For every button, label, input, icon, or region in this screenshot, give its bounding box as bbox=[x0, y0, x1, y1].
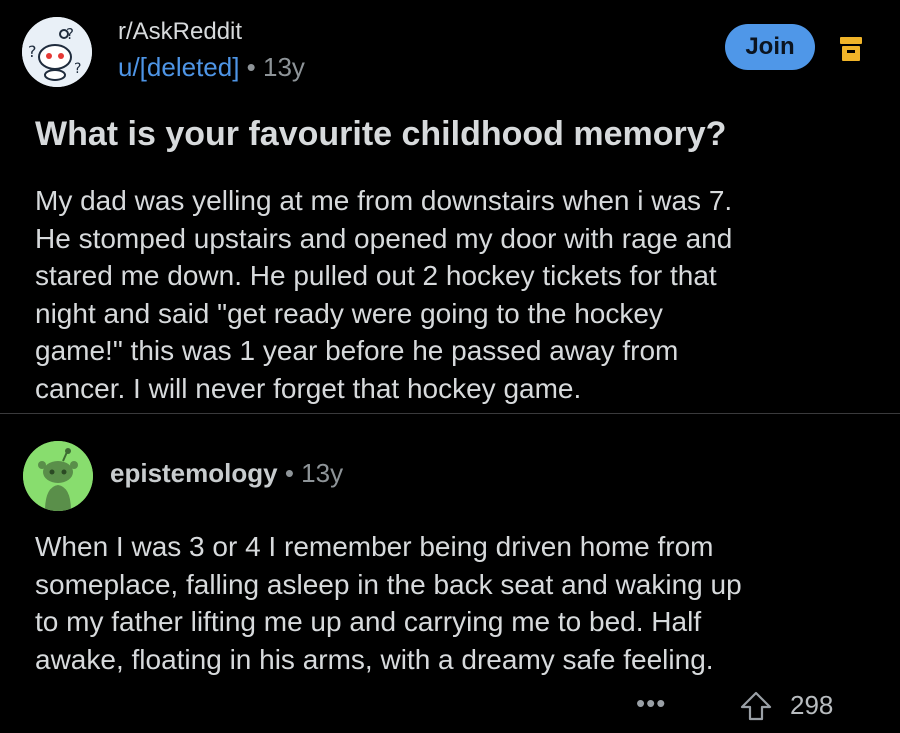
comment-age: 13y bbox=[301, 458, 344, 488]
svg-text:?: ? bbox=[74, 61, 81, 77]
post-age: 13y bbox=[263, 52, 305, 82]
more-options-icon[interactable]: ••• bbox=[636, 688, 666, 719]
svg-text:?: ? bbox=[28, 42, 37, 61]
comment-body-line: someplace, falling asleep in the back se… bbox=[35, 568, 742, 600]
comment-body: When I was 3 or 4 I remember being drive… bbox=[35, 528, 875, 678]
comment-author[interactable]: epistemology bbox=[110, 458, 278, 488]
meta-separator: • bbox=[246, 52, 256, 82]
comment-body-line: awake, floating in his arms, with a drea… bbox=[35, 643, 714, 675]
post-body-line: cancer. I will never forget that hockey … bbox=[35, 372, 582, 404]
post-body-line: He stomped upstairs and opened my door w… bbox=[35, 222, 733, 254]
post-title: What is your favourite childhood memory? bbox=[35, 115, 727, 153]
post-body: My dad was yelling at me from downstairs… bbox=[35, 182, 875, 407]
join-button[interactable]: Join bbox=[725, 24, 815, 70]
comment-body-line: When I was 3 or 4 I remember being drive… bbox=[35, 531, 714, 562]
askreddit-snoo-icon[interactable]: ? ? ? bbox=[22, 17, 92, 87]
post-author[interactable]: u/[deleted] bbox=[118, 52, 239, 82]
archive-icon bbox=[840, 36, 862, 62]
snoo-avatar-icon[interactable] bbox=[23, 441, 93, 511]
post-body-line: stared me down. He pulled out 2 hockey t… bbox=[35, 260, 717, 291]
comment-meta: epistemology • 13y bbox=[110, 458, 343, 489]
vote-count: 298 bbox=[790, 690, 834, 720]
subreddit-name[interactable]: r/AskReddit bbox=[118, 18, 242, 46]
meta-separator: • bbox=[284, 458, 294, 488]
section-divider bbox=[0, 413, 900, 414]
post-body-line: night and said "get ready were going to … bbox=[35, 297, 663, 329]
post-meta: u/[deleted] • 13y bbox=[118, 52, 305, 83]
post-body-line: game!" this was 1 year before he passed … bbox=[35, 335, 679, 366]
post-body-line: My dad was yelling at me from downstairs… bbox=[35, 185, 733, 216]
post-header: ? ? ? r/AskReddit u/[deleted] • 13y Join bbox=[22, 12, 882, 92]
upvote-arrow-icon[interactable] bbox=[739, 690, 773, 722]
comment-body-line: to my father lifting me up and carrying … bbox=[35, 606, 702, 637]
